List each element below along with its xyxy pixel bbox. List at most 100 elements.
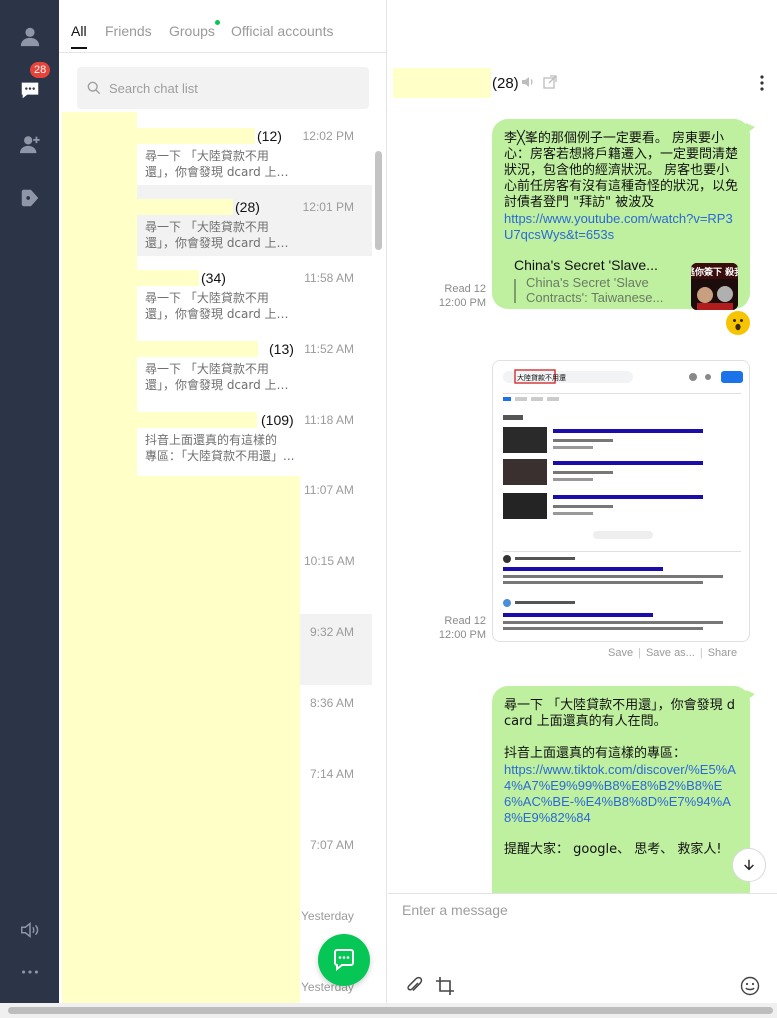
chat-list-item-selected[interactable]: (28) 12:01 PM 尋一下 「大陸貸款不用 還」，你會發現 dcard 上… <box>137 185 372 256</box>
emoji-icon[interactable] <box>740 976 760 996</box>
chat-member-count: (34) <box>201 270 226 286</box>
chat-time: Yesterday <box>301 909 354 923</box>
openchat-icon <box>21 189 38 207</box>
message-text: 提醒大家： google、 思考、 救家人! <box>504 842 722 857</box>
chat-time: 12:01 PM <box>302 200 354 214</box>
tab-friends[interactable]: Friends <box>105 23 152 39</box>
chat-icon <box>21 82 38 99</box>
sound-button[interactable] <box>0 910 59 950</box>
message-link[interactable]: https://www.youtube.com/watch?v=RP3U7qcs… <box>492 211 750 243</box>
chat-time: 7:07 AM <box>310 838 355 852</box>
more-icon <box>21 970 38 974</box>
chat-time: 11:52 AM <box>304 342 354 356</box>
groups-new-dot <box>215 20 220 25</box>
search-icon <box>87 81 101 95</box>
chat-member-count: (28) <box>235 199 260 215</box>
horizontal-scrollbar[interactable] <box>0 1003 777 1018</box>
message-text: 抖音上面還真的有這樣的專區： <box>504 746 687 761</box>
chat-time: 11:07 AM <box>304 483 354 497</box>
image-message[interactable]: 大陸貸款不用還 <box>492 360 750 642</box>
tab-all[interactable]: All <box>71 23 87 49</box>
video-thumbnail-image: 逃你簽下 殺我 <box>691 263 738 310</box>
attach-file-icon[interactable] <box>404 976 424 996</box>
read-receipt: Read 12 12:00 PM <box>438 615 486 641</box>
left-rail: 28 <box>0 0 59 1003</box>
profile-icon <box>20 27 39 47</box>
mute-icon[interactable] <box>520 74 536 90</box>
svg-text:大陸貸款不用還: 大陸貸款不用還 <box>517 373 566 382</box>
message-composer <box>388 893 777 1003</box>
link-preview-title: China's Secret 'Slave... <box>514 257 658 273</box>
read-receipt: Read 12 12:00 PM <box>438 283 486 309</box>
search-screenshot-image: 大陸貸款不用還 <box>493 361 749 641</box>
message-text: 尋一下 「大陸貸款不用還」，你會發現 dcard 上面還真的有人在問。 <box>504 698 736 729</box>
save-as-button[interactable]: Save as... <box>646 647 695 659</box>
more-button[interactable] <box>0 952 59 992</box>
chat-name-redacted <box>137 270 199 286</box>
chat-name-redacted <box>137 199 233 215</box>
openchat-button[interactable] <box>0 178 59 218</box>
search-input[interactable] <box>109 80 349 96</box>
chat-filter-tabs: All Friends Groups Official accounts <box>59 0 387 53</box>
chat-time: 7:14 AM <box>310 767 355 781</box>
chat-name-redacted <box>137 128 255 144</box>
chat-preview: 尋一下 「大陸貸款不用還」，你會發現 dcard 上面還... <box>145 362 295 392</box>
chat-time: 11:58 AM <box>304 271 354 285</box>
avatar-column-redacted <box>62 112 137 476</box>
chat-time: 9:32 AM <box>310 625 355 639</box>
chat-list-scrollbar[interactable] <box>375 151 382 250</box>
screenshot-crop-icon[interactable] <box>435 976 455 996</box>
unread-badge: 28 <box>30 62 51 78</box>
link-preview-bar <box>514 279 516 303</box>
profile-button[interactable] <box>0 16 59 56</box>
chat-member-count: (12) <box>257 128 282 144</box>
search-box[interactable] <box>77 67 369 109</box>
chat-list-item[interactable]: (109) 11:18 AM 抖音上面還真的有這樣的 專區：「大陸貸款不用還」..… <box>137 398 372 469</box>
conversation-header: (28) <box>388 53 777 113</box>
link-preview-description: China's Secret 'Slave Contracts': Taiwane… <box>526 275 664 305</box>
kebab-menu-icon[interactable] <box>757 73 767 93</box>
chat-preview: 抖音上面還真的有這樣的 專區：「大陸貸款不用還」... <box>145 433 295 463</box>
share-button[interactable]: Share <box>708 647 737 659</box>
message-bubble[interactable]: 尋一下 「大陸貸款不用還」，你會發現 dcard 上面還真的有人在問。 抖音上面… <box>492 686 755 893</box>
chats-button[interactable]: 28 <box>0 62 59 110</box>
message-link[interactable]: https://www.tiktok.com/discover/%E5%A4%A… <box>492 762 750 826</box>
conversation-member-count: (28) <box>492 75 519 92</box>
save-button[interactable]: Save <box>608 647 633 659</box>
chat-list-redacted <box>62 476 300 1018</box>
chat-preview: 尋一下 「大陸貸款不用還」，你會發現 dcard 上面還... <box>145 149 295 179</box>
message-text: 李╳峯的那個例子一定要看。 房東要小心：房客若想將戶籍遷入，一定要問清楚狀況，包… <box>504 131 739 210</box>
message-bubble[interactable]: 李╳峯的那個例子一定要看。 房東要小心：房客若想將戶籍遷入，一定要問清楚狀況，包… <box>492 119 755 310</box>
chat-time: 8:36 AM <box>310 696 355 710</box>
conversation-name-redacted <box>393 68 491 98</box>
tab-official-accounts[interactable]: Official accounts <box>231 23 333 39</box>
horizontal-scrollbar-thumb[interactable] <box>8 1007 773 1014</box>
sound-icon <box>20 922 38 938</box>
link-preview-thumbnail: 逃你簽下 殺我 <box>691 263 738 310</box>
message-input[interactable] <box>402 902 762 958</box>
svg-text:逃你簽下 殺我: 逃你簽下 殺我 <box>691 266 738 278</box>
add-friend-button[interactable] <box>0 124 59 164</box>
chat-list-item[interactable]: (12) 12:02 PM 尋一下 「大陸貸款不用 還」，你會發現 dcard 上… <box>137 114 372 185</box>
scroll-to-bottom-button[interactable] <box>732 848 766 882</box>
chat-time: 10:15 AM <box>304 554 355 568</box>
open-external-icon[interactable] <box>542 74 558 90</box>
add-friend-icon <box>19 136 40 154</box>
image-actions: Save | Save as... | Share <box>608 647 738 659</box>
new-chat-icon <box>334 949 354 972</box>
chat-member-count: (109) <box>261 412 294 428</box>
chat-list-item[interactable]: (34) 11:58 AM 尋一下 「大陸貸款不用 還」，你會發現 dcard 上… <box>137 256 372 327</box>
chat-member-count: (13) <box>269 341 294 357</box>
message-area: 李╳峯的那個例子一定要看。 房東要小心：房客若想將戶籍遷入，一定要問清楚狀況，包… <box>388 113 777 893</box>
chat-time: 12:02 PM <box>302 129 354 143</box>
arrow-down-icon <box>744 859 754 871</box>
chat-preview: 尋一下 「大陸貸款不用還」，你會發現 dcard 上面還... <box>145 220 295 250</box>
chat-time: 11:18 AM <box>304 413 354 427</box>
reaction-surprised-icon[interactable] <box>726 311 750 335</box>
new-chat-button[interactable] <box>318 934 370 986</box>
tab-groups[interactable]: Groups <box>169 23 215 39</box>
chat-name-redacted <box>137 341 258 357</box>
chat-list-item[interactable]: (13) 11:52 AM 尋一下 「大陸貸款不用 還」，你會發現 dcard 上… <box>137 327 372 398</box>
link-preview-card[interactable]: China's Secret 'Slave... China's Secret … <box>504 255 740 310</box>
chat-name-redacted <box>137 412 257 428</box>
